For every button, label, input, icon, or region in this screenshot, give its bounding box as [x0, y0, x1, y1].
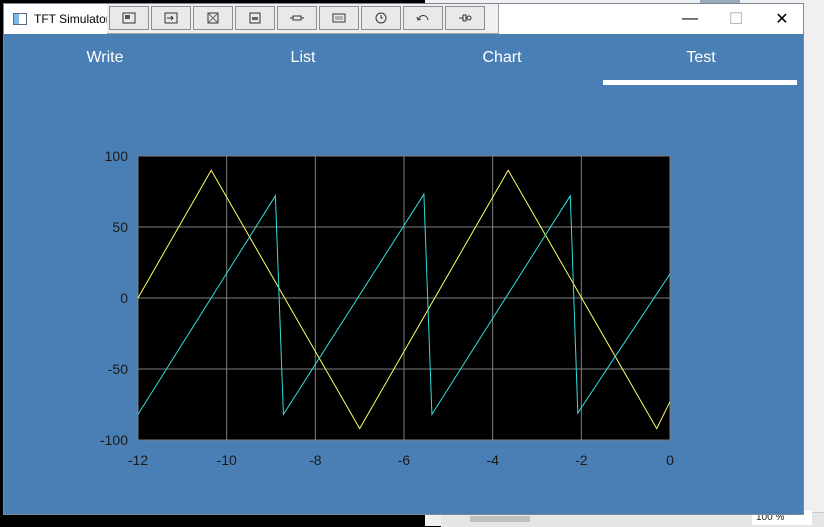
- x-tick-label: -12: [128, 452, 148, 468]
- x-tick-label: -6: [398, 452, 411, 468]
- x-tick-label: -10: [217, 452, 237, 468]
- y-tick-label: -50: [108, 361, 128, 377]
- y-tick-label: 0: [120, 290, 128, 306]
- y-tick-label: 50: [112, 219, 128, 235]
- y-tick-label: 100: [105, 148, 129, 164]
- x-axis-ticks: -12 -10 -8 -6 -4 -2 0: [128, 452, 674, 468]
- x-tick-label: -2: [575, 452, 588, 468]
- x-tick-label: 0: [666, 452, 674, 468]
- y-tick-label: -100: [100, 432, 128, 448]
- x-tick-label: -8: [309, 452, 322, 468]
- line-chart: -12 -10 -8 -6 -4 -2 0 100 50 0 -50 -100: [100, 148, 674, 468]
- x-tick-label: -4: [486, 452, 499, 468]
- y-axis-ticks: 100 50 0 -50 -100: [100, 148, 128, 448]
